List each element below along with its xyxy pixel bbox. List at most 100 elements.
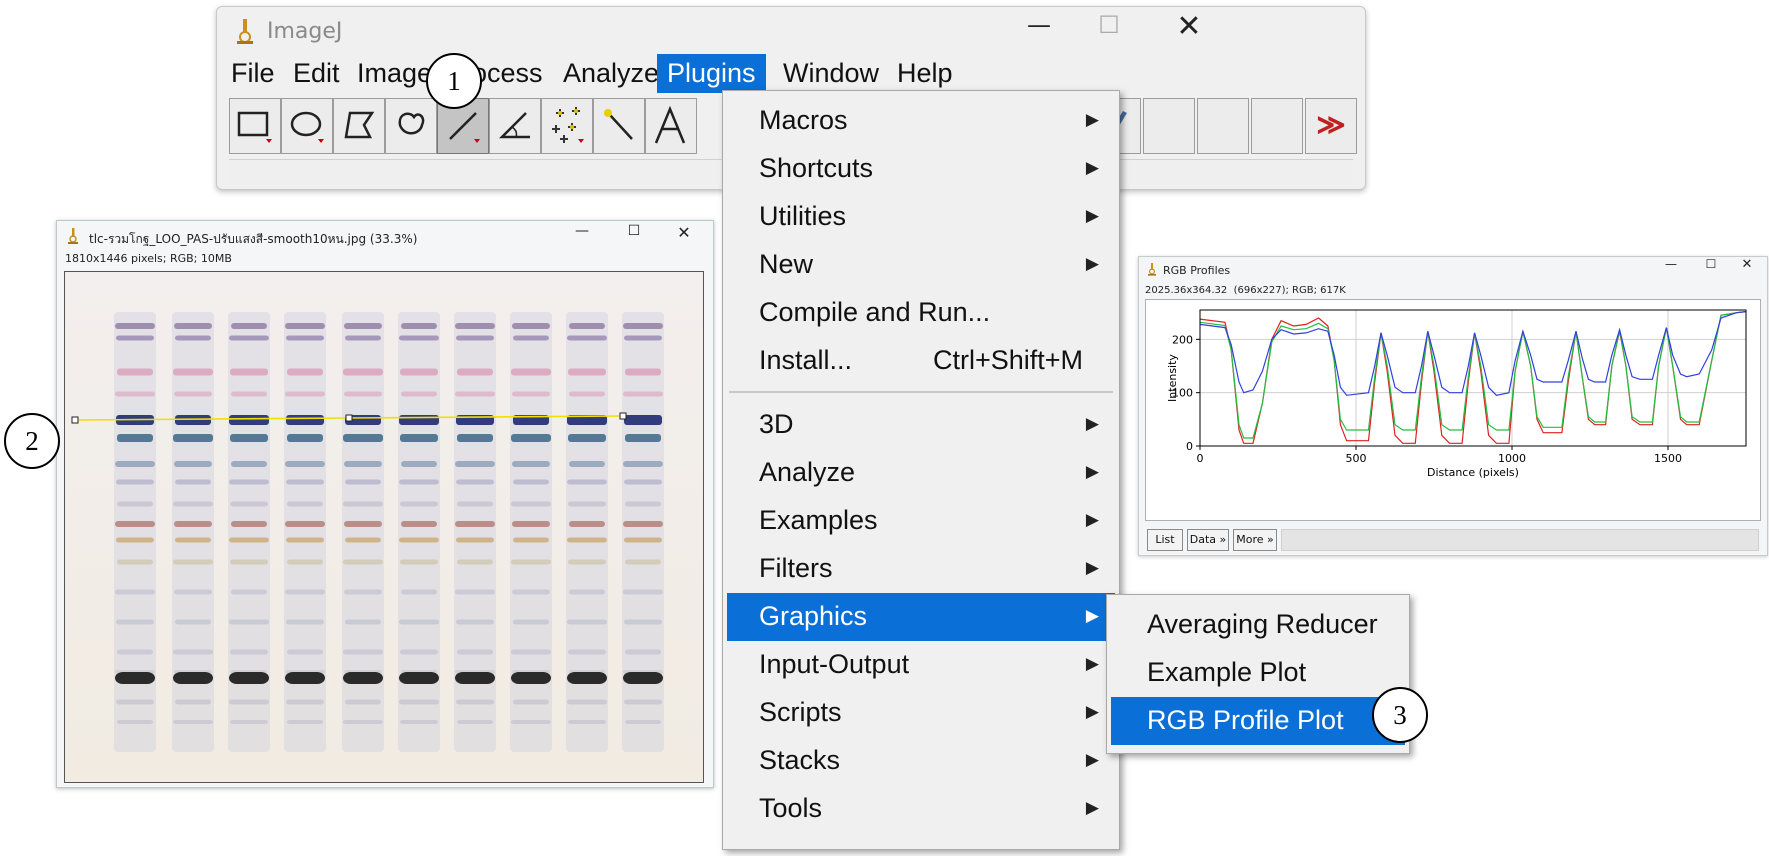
- line-selection-handle[interactable]: [71, 416, 79, 424]
- tlc-lane: [284, 312, 326, 752]
- rgb-profiles-window: RGB Profiles — ☐ ✕ 2025.36x364.32 (696x2…: [1138, 256, 1768, 556]
- submenu-arrow-icon: ▶: [1085, 206, 1099, 225]
- line-selection-handle[interactable]: [619, 412, 627, 420]
- menu-item-macros[interactable]: Macros ▶: [727, 97, 1115, 145]
- submenu-arrow-icon: ▶: [1085, 414, 1099, 433]
- tlc-lane: [510, 312, 552, 752]
- tlc-lane: [114, 312, 156, 752]
- close-button[interactable]: ✕: [1735, 257, 1759, 279]
- submenu-arrow-icon: ▶: [1085, 606, 1099, 625]
- multi-point-tool[interactable]: [541, 98, 593, 154]
- maximize-button[interactable]: ☐: [1699, 257, 1723, 279]
- rgb-image-info: 2025.36x364.32 (696x227); RGB; 617K: [1145, 285, 1346, 296]
- close-button[interactable]: ✕: [1167, 9, 1211, 45]
- oval-tool[interactable]: [281, 98, 333, 154]
- submenu-arrow-icon: ▶: [1085, 158, 1099, 177]
- rectangle-tool[interactable]: [229, 98, 281, 154]
- maximize-button[interactable]: ☐: [1087, 11, 1131, 47]
- submenu-arrow-icon: ▶: [1085, 254, 1099, 273]
- menu-item-graphics[interactable]: Graphics ▶: [727, 593, 1115, 641]
- tlc-lane: [398, 312, 440, 752]
- toolbar-slot-1[interactable]: [1143, 98, 1195, 154]
- text-tool[interactable]: [645, 98, 697, 154]
- menu-image[interactable]: Image: [357, 58, 432, 89]
- callout-2: 2: [4, 413, 60, 469]
- tlc-image-info: 1810x1446 pixels; RGB; 10MB: [65, 252, 232, 265]
- tlc-image-canvas[interactable]: [64, 271, 704, 783]
- menu-item-analyze[interactable]: Analyze ▶: [727, 449, 1115, 497]
- more-tools-button[interactable]: ≫: [1305, 98, 1357, 154]
- menu-help[interactable]: Help: [897, 58, 953, 89]
- polygon-tool[interactable]: [333, 98, 385, 154]
- rgb-window-title: RGB Profiles: [1163, 264, 1231, 277]
- submenu-arrow-icon: ▶: [1085, 702, 1099, 721]
- menu-item-3d[interactable]: 3D ▶: [727, 401, 1115, 449]
- install-shortcut: Ctrl+Shift+M: [933, 345, 1084, 375]
- imagej-logo-icon: [1147, 262, 1157, 276]
- series-line-2: [1199, 311, 1747, 396]
- y-tick-label: 0: [1186, 440, 1193, 453]
- imagej-window-title: ImageJ: [267, 19, 343, 44]
- line-selection-handle[interactable]: [345, 414, 353, 422]
- menu-item-scripts[interactable]: Scripts ▶: [727, 689, 1115, 737]
- wand-tool[interactable]: [593, 98, 645, 154]
- menu-item-new[interactable]: New ▶: [727, 241, 1115, 289]
- series-line-0: [1199, 311, 1747, 444]
- submenu-arrow-icon: ▶: [1085, 510, 1099, 529]
- graphics-submenu: Averaging Reducer Example Plot RGB Profi…: [1106, 594, 1410, 754]
- tlc-lane: [342, 312, 384, 752]
- tlc-origin-spot: [623, 672, 663, 684]
- tlc-origin-spot: [343, 672, 383, 684]
- menu-edit[interactable]: Edit: [293, 58, 340, 89]
- submenu-arrow-icon: ▶: [1085, 462, 1099, 481]
- tlc-origin-spot: [511, 672, 551, 684]
- toolbar-slot-3[interactable]: [1251, 98, 1303, 154]
- list-button[interactable]: List: [1147, 529, 1183, 551]
- tlc-lane: [172, 312, 214, 752]
- menu-window[interactable]: Window: [783, 58, 879, 89]
- x-tick-label: 0: [1197, 452, 1204, 465]
- menu-item-compile-and-run[interactable]: Compile and Run...: [727, 289, 1115, 337]
- y-tick-label: 200: [1172, 333, 1193, 346]
- minimize-button[interactable]: —: [567, 223, 597, 247]
- menu-item-utilities[interactable]: Utilities ▶: [727, 193, 1115, 241]
- menu-item-filters[interactable]: Filters ▶: [727, 545, 1115, 593]
- minimize-button[interactable]: —: [1017, 11, 1061, 47]
- menu-item-install[interactable]: Install... Ctrl+Shift+M: [727, 337, 1115, 385]
- menu-item-stacks[interactable]: Stacks ▶: [727, 737, 1115, 785]
- tlc-origin-spot: [285, 672, 325, 684]
- menu-item-shortcuts[interactable]: Shortcuts ▶: [727, 145, 1115, 193]
- data-button[interactable]: Data »: [1187, 529, 1229, 551]
- tlc-lane: [566, 312, 608, 752]
- tlc-lane: [228, 312, 270, 752]
- tlc-window-title: tlc-รวมโกฐ_LOO_PAS-ปรับแสงสี-smooth10หน.…: [89, 232, 418, 246]
- menu-file[interactable]: File: [231, 58, 275, 89]
- menu-item-averaging-reducer[interactable]: Averaging Reducer: [1111, 601, 1405, 649]
- menu-analyze[interactable]: Analyze: [563, 58, 659, 89]
- menu-item-rgb-profile-plot[interactable]: RGB Profile Plot: [1111, 697, 1405, 745]
- menu-item-tools[interactable]: Tools ▶: [727, 785, 1115, 833]
- menu-separator: [729, 391, 1113, 393]
- tlc-origin-spot: [115, 672, 155, 684]
- plugins-menu: Macros ▶ Shortcuts ▶ Utilities ▶ New ▶ Compi…: [722, 90, 1120, 850]
- x-tick-label: 1500: [1654, 452, 1682, 465]
- profile-plot-panel: 0 100 200 0 500 1000 1500 Distance (pixels) Inte…: [1145, 299, 1761, 521]
- double-chevron-right-icon: ≫: [1316, 109, 1346, 140]
- submenu-arrow-icon: ▶: [1085, 110, 1099, 129]
- menu-item-input-output[interactable]: Input-Output ▶: [727, 641, 1115, 689]
- submenu-arrow-icon: ▶: [1085, 654, 1099, 673]
- freehand-tool[interactable]: [385, 98, 437, 154]
- tlc-origin-spot: [173, 672, 213, 684]
- toolbar-slot-2[interactable]: [1197, 98, 1249, 154]
- menu-plugins[interactable]: Plugins: [657, 54, 766, 93]
- close-button[interactable]: ✕: [669, 223, 699, 247]
- minimize-button[interactable]: —: [1659, 257, 1683, 279]
- menu-item-examples[interactable]: Examples ▶: [727, 497, 1115, 545]
- maximize-button[interactable]: ☐: [619, 223, 649, 247]
- x-tick-label: 1000: [1498, 452, 1526, 465]
- menu-item-example-plot[interactable]: Example Plot: [1111, 649, 1405, 697]
- more-button[interactable]: More »: [1233, 529, 1277, 551]
- angle-tool[interactable]: [489, 98, 541, 154]
- tlc-lane: [622, 312, 664, 752]
- tlc-origin-spot: [455, 672, 495, 684]
